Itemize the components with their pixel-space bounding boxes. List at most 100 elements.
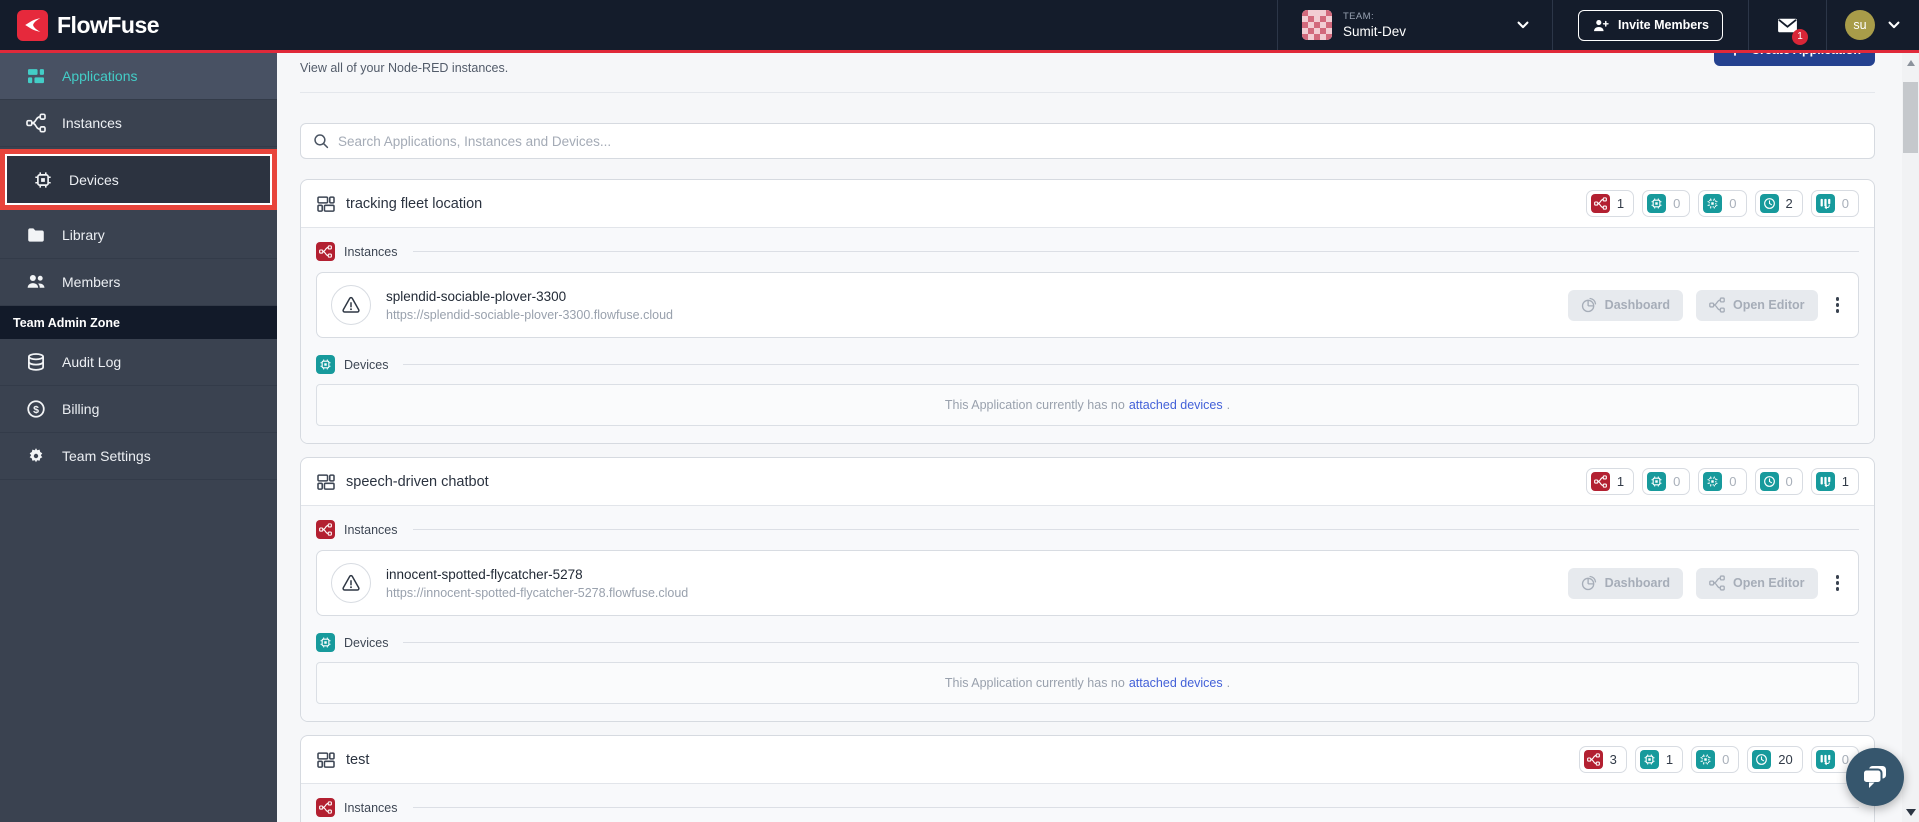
chip-icon <box>316 355 335 374</box>
devices-section-title: Devices <box>344 357 389 372</box>
application-card: speech-driven chatbot 1 0 0 0 1 Instance… <box>300 457 1875 722</box>
instances-section-label: Instances <box>316 798 1859 817</box>
scrollbar-thumb[interactable] <box>1903 82 1918 153</box>
devices-section-label: Devices <box>316 355 1859 374</box>
node-red-icon <box>1709 575 1725 591</box>
instances-section-title: Instances <box>344 522 398 537</box>
invite-members-button[interactable]: Invite Members <box>1577 9 1723 41</box>
sidebar-item-label: Devices <box>69 171 119 188</box>
application-name: tracking fleet location <box>346 195 483 212</box>
application-card-header[interactable]: test 3 1 0 20 0 <box>301 736 1874 783</box>
snapshots-count-badge: 0 <box>1754 468 1803 495</box>
clock-icon <box>1759 194 1779 213</box>
no-devices-message: This Application currently has no attach… <box>316 662 1859 704</box>
sidebar-item-team-settings[interactable]: Team Settings <box>0 433 277 480</box>
flowfuse-logo-text: FlowFuse <box>57 11 160 38</box>
sidebar-item-members[interactable]: Members <box>0 259 277 306</box>
application-name: speech-driven chatbot <box>346 473 489 490</box>
team-selector[interactable]: TEAM: Sumit-Dev <box>1276 0 1552 50</box>
snapshots-count-badge: 2 <box>1754 190 1803 217</box>
database-icon <box>26 352 46 372</box>
scroll-up-arrow[interactable] <box>1906 60 1915 66</box>
attached-devices-link[interactable]: attached devices <box>1129 398 1223 412</box>
pie-chart-icon <box>1581 297 1597 313</box>
badge-count: 3 <box>1609 752 1617 767</box>
node-red-icon <box>316 520 335 539</box>
section-divider <box>412 251 1859 252</box>
instances-section-title: Instances <box>344 244 398 259</box>
chat-bubbles-icon <box>1859 761 1891 793</box>
node-red-icon <box>1590 194 1610 213</box>
open-editor-button[interactable]: Open Editor <box>1695 289 1818 321</box>
team-chevron-down-icon[interactable] <box>1516 18 1530 32</box>
instance-row[interactable]: innocent-spotted-flycatcher-5278 https:/… <box>316 550 1859 616</box>
sidebar-item-library[interactable]: Library <box>0 212 277 259</box>
sidebar-item-label: Applications <box>62 68 138 84</box>
attached-devices-link[interactable]: attached devices <box>1129 676 1223 690</box>
invite-members-label: Invite Members <box>1617 18 1709 32</box>
search-input[interactable] <box>338 133 1862 149</box>
team-name: Sumit-Dev <box>1342 24 1406 39</box>
instances-count-badge: 3 <box>1578 746 1627 773</box>
dashboard-button[interactable]: Dashboard <box>1567 567 1683 599</box>
kebab-menu-icon[interactable] <box>1831 569 1845 597</box>
application-card-header[interactable]: speech-driven chatbot 1 0 0 0 1 <box>301 458 1874 505</box>
sidebar-item-devices[interactable]: Devices <box>7 156 270 203</box>
sidebar-item-audit-log[interactable]: Audit Log <box>0 339 277 386</box>
devices-annotation-highlight: Devices <box>0 149 277 210</box>
instance-url: https://innocent-spotted-flycatcher-5278… <box>386 585 689 600</box>
snapshots-count-badge: 20 <box>1747 746 1803 773</box>
instances-section-label: Instances <box>316 242 1859 261</box>
warning-icon <box>340 294 362 316</box>
application-badges: 1 0 0 0 1 <box>1585 468 1859 495</box>
chip-icon <box>1647 194 1667 213</box>
badge-count: 0 <box>1729 196 1737 211</box>
application-icon <box>316 194 336 214</box>
instances-section-title: Instances <box>344 800 398 815</box>
devices-section-title: Devices <box>344 635 389 650</box>
open-editor-label: Open Editor <box>1732 576 1805 590</box>
pipelines-icon <box>1815 750 1835 769</box>
instance-status-avatar <box>331 563 371 603</box>
badge-count: 1 <box>1616 474 1625 489</box>
vertical-scrollbar[interactable] <box>1902 53 1919 822</box>
scroll-down-arrow[interactable] <box>1905 809 1916 816</box>
node-red-icon <box>1583 750 1603 769</box>
chip-group-icon <box>1703 194 1723 213</box>
flowfuse-logo[interactable]: FlowFuse <box>0 9 160 41</box>
device-groups-count-badge: 0 <box>1698 468 1747 495</box>
sidebar-item-applications[interactable]: Applications <box>0 53 277 100</box>
sidebar-item-billing[interactable]: Billing <box>0 386 277 433</box>
devices-count-badge: 1 <box>1634 746 1684 773</box>
user-avatar[interactable]: su <box>1845 10 1875 40</box>
members-icon <box>26 272 46 292</box>
devices-count-badge: 0 <box>1642 190 1691 217</box>
section-divider <box>412 529 1859 530</box>
kebab-menu-icon[interactable] <box>1831 291 1845 319</box>
dashboard-button[interactable]: Dashboard <box>1567 289 1683 321</box>
chip-icon <box>1647 472 1667 491</box>
main-content: Applications View all of your Node-RED i… <box>277 0 1919 822</box>
chip-icon <box>1639 750 1659 769</box>
notifications-button[interactable]: 1 <box>1776 14 1808 45</box>
open-editor-button[interactable]: Open Editor <box>1695 567 1818 599</box>
chat-widget-button[interactable] <box>1846 748 1904 806</box>
badge-count: 0 <box>1673 196 1681 211</box>
sidebar-item-instances[interactable]: Instances <box>0 100 277 147</box>
flowfuse-logo-icon <box>17 9 48 41</box>
chip-group-icon <box>1696 750 1716 769</box>
clock-icon <box>1759 472 1779 491</box>
dashboard-label: Dashboard <box>1604 576 1670 590</box>
sidebar: Applications Instances Devices Library M… <box>0 53 277 822</box>
pipelines-count-badge: 1 <box>1810 468 1859 495</box>
application-badges: 3 1 0 20 0 <box>1578 746 1859 773</box>
instance-name: innocent-spotted-flycatcher-5278 <box>386 566 583 582</box>
instance-row[interactable]: splendid-sociable-plover-3300 https://sp… <box>316 272 1859 338</box>
application-card-header[interactable]: tracking fleet location 1 0 0 2 0 <box>301 180 1874 227</box>
instances-list: innocent-spotted-flycatcher-5278 https:/… <box>316 550 1859 616</box>
user-menu-chevron-down-icon[interactable] <box>1887 18 1901 32</box>
instances-section-label: Instances <box>316 520 1859 539</box>
team-label: TEAM: <box>1342 11 1375 22</box>
application-card-body: Instances innocent-spotted-flycatcher-52… <box>301 505 1874 721</box>
team-avatar <box>1301 10 1332 40</box>
